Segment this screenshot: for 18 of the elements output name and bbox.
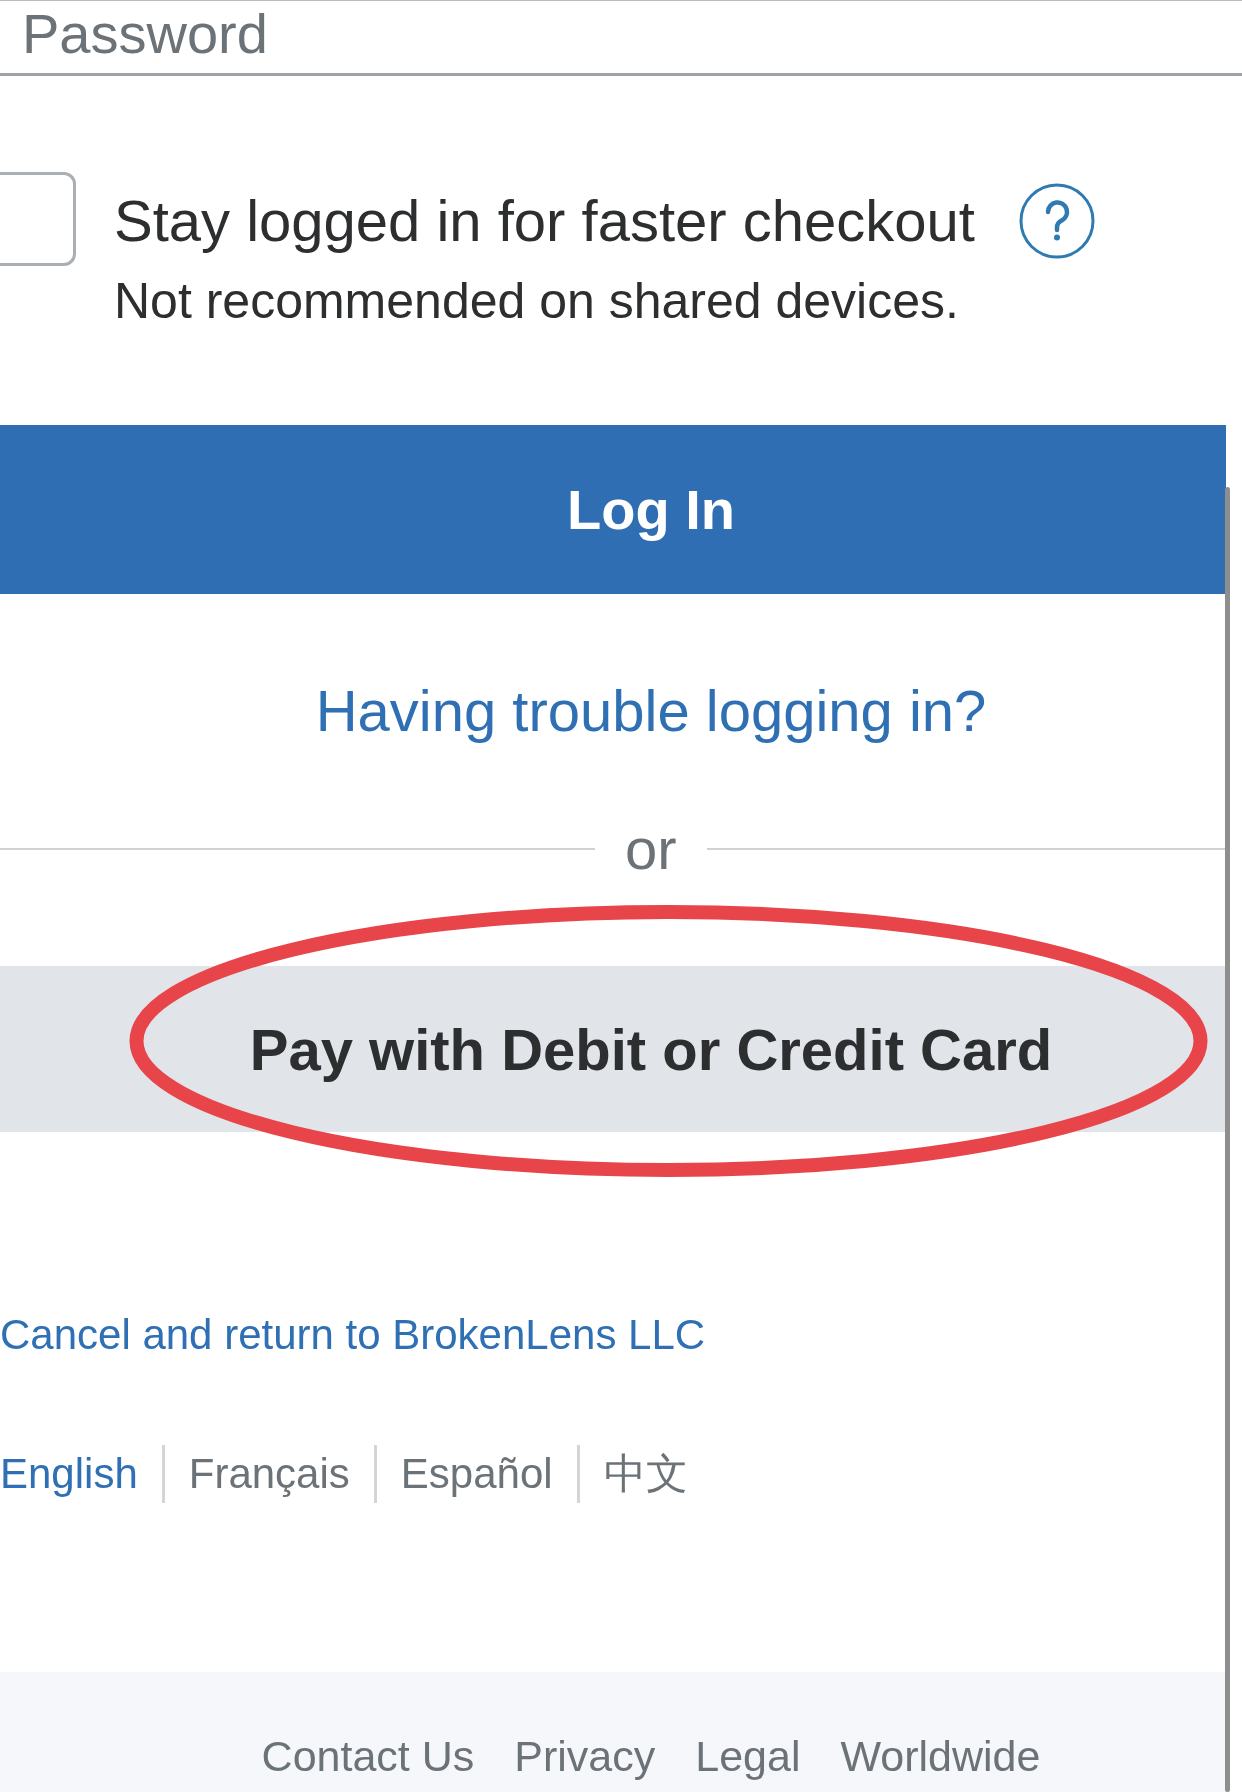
footer-link[interactable]: Worldwide — [840, 1731, 1041, 1781]
login-button[interactable]: Log In — [0, 425, 1226, 594]
cancel-link[interactable]: Cancel and return to BrokenLens LLC — [0, 1310, 706, 1360]
language-link[interactable]: 中文 — [603, 1445, 688, 1503]
checkbox[interactable] — [0, 172, 76, 266]
hint-text: Not recommended on shared devices. — [114, 273, 960, 329]
trouble-link[interactable]: Having trouble logging in? — [315, 678, 987, 744]
language-link[interactable]: Français — [188, 1445, 350, 1503]
footer-link[interactable]: Contact Us — [261, 1731, 475, 1781]
footer-link[interactable]: Legal — [695, 1731, 801, 1781]
help-icon[interactable] — [1018, 183, 1095, 259]
footer-link[interactable]: Privacy — [514, 1731, 656, 1781]
divider-label: or — [625, 816, 677, 882]
language-link[interactable]: Español — [400, 1445, 553, 1503]
language-link[interactable]: English — [0, 1445, 138, 1503]
checkbox-label: Stay logged in for faster checkout — [114, 189, 975, 253]
password-field[interactable]: Password — [0, 0, 1242, 76]
pay-card-button[interactable]: Pay with Debit or Credit Card — [0, 966, 1226, 1132]
